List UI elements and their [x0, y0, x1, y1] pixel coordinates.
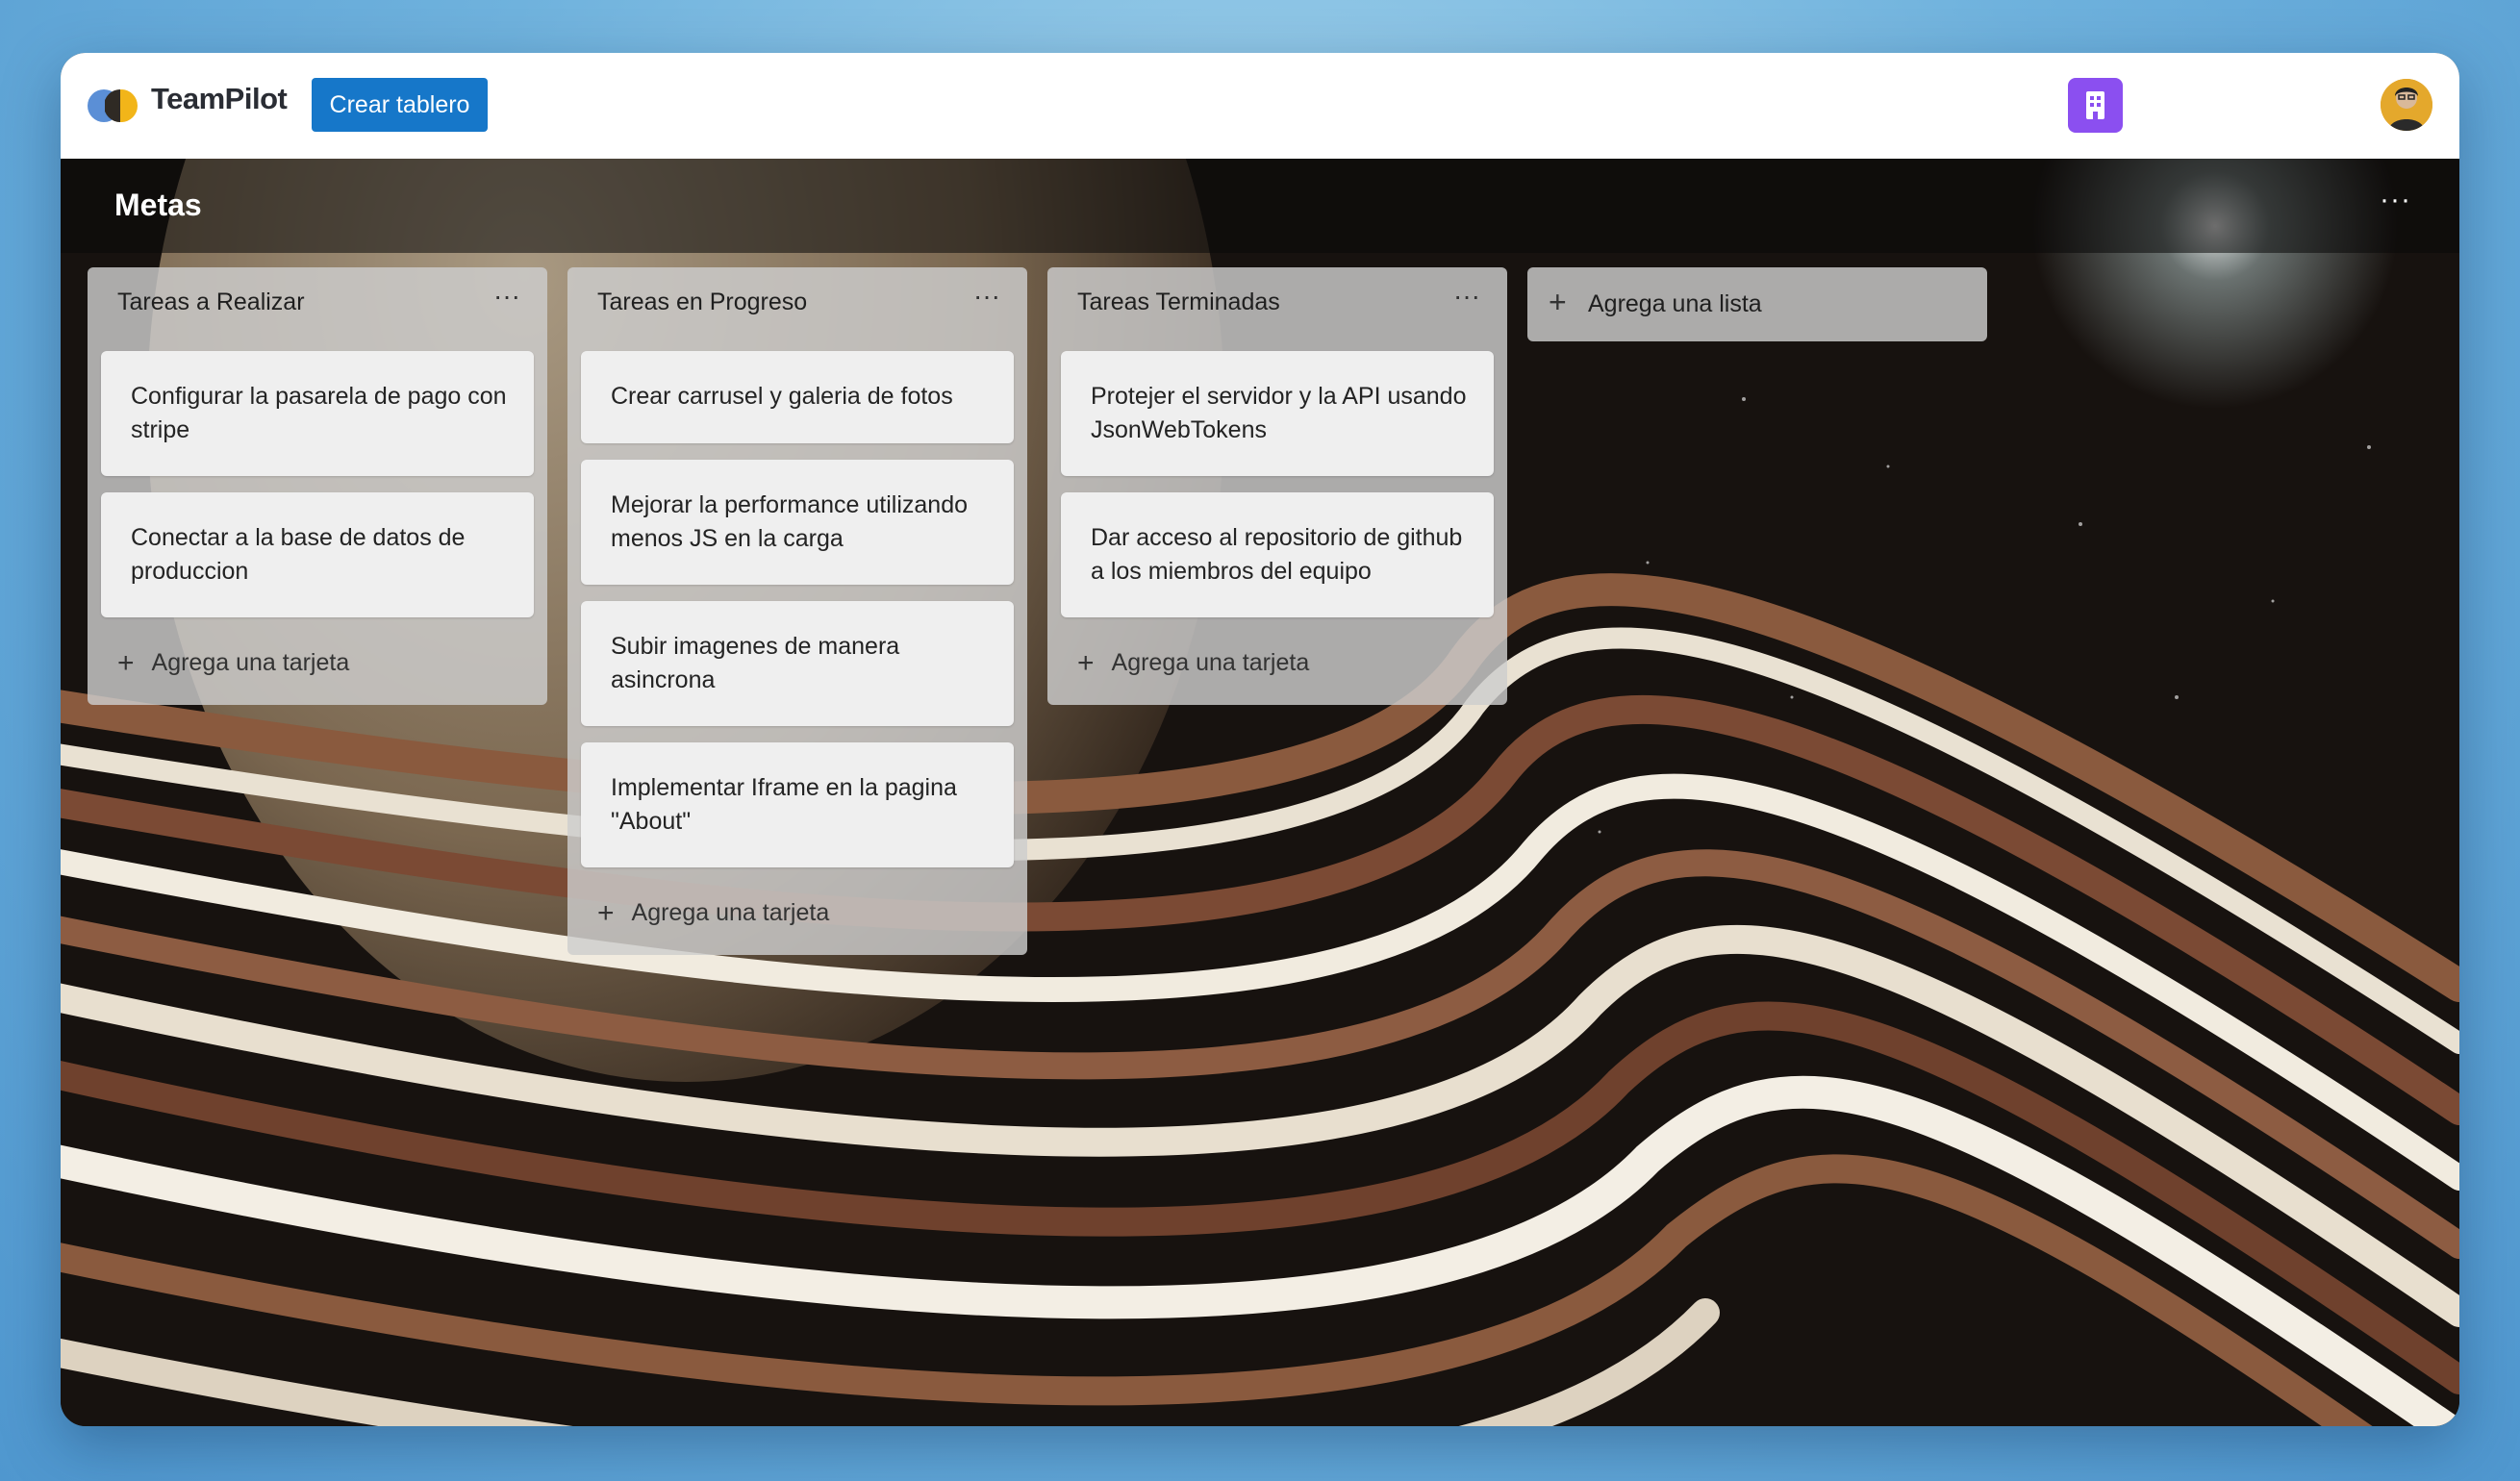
list-card[interactable]: Configurar la pasarela de pago con strip…: [101, 351, 534, 476]
list-card[interactable]: Mejorar la performance utilizando menos …: [581, 460, 1014, 585]
list-card[interactable]: Protejer el servidor y la API usando Jso…: [1061, 351, 1494, 476]
add-card-button[interactable]: + Agrega una tarjeta: [597, 897, 829, 930]
list-card[interactable]: Implementar Iframe en la pagina "About": [581, 742, 1014, 867]
plus-icon: +: [1077, 647, 1095, 679]
card-text: Subir imagenes de manera asincrona: [611, 633, 900, 693]
add-card-label: Agrega una tarjeta: [151, 649, 350, 676]
card-text: Protejer el servidor y la API usando Jso…: [1091, 383, 1467, 443]
list-card[interactable]: Subir imagenes de manera asincrona: [581, 601, 1014, 726]
board-title[interactable]: Metas: [114, 188, 202, 223]
card-text: Configurar la pasarela de pago con strip…: [131, 383, 507, 443]
list-menu-button[interactable]: ···: [493, 281, 520, 312]
add-list-button[interactable]: + Agrega una lista: [1527, 267, 1987, 341]
add-card-button[interactable]: + Agrega una tarjeta: [117, 647, 349, 680]
list-title[interactable]: Tareas en Progreso: [597, 289, 807, 316]
list-title[interactable]: Tareas Terminadas: [1077, 289, 1280, 316]
plus-icon: +: [597, 897, 615, 929]
board-menu-button[interactable]: ···: [2380, 184, 2411, 216]
plus-icon: +: [117, 647, 135, 679]
card-text: Mejorar la performance utilizando menos …: [611, 491, 969, 552]
card-text: Crear carrusel y galeria de fotos: [611, 383, 953, 410]
card-text: Dar acceso al repositorio de github a lo…: [1091, 524, 1463, 585]
list-menu-button[interactable]: ···: [973, 281, 1000, 312]
top-navigation-bar: TeamPilot Crear tablero: [61, 53, 2459, 159]
plus-icon: +: [1549, 285, 1567, 319]
add-list-label: Agrega una lista: [1588, 290, 1762, 317]
list-menu-button[interactable]: ···: [1453, 281, 1480, 312]
app-name[interactable]: TeamPilot: [151, 82, 288, 116]
list-title[interactable]: Tareas a Realizar: [117, 289, 305, 316]
board-header: Metas ···: [61, 159, 2459, 253]
building-icon[interactable]: [2068, 78, 2123, 133]
list-card[interactable]: Conectar a la base de datos de produccio…: [101, 492, 534, 617]
list-tareas-a-realizar: Tareas a Realizar ··· Configurar la pasa…: [88, 267, 547, 705]
app-window: TeamPilot Crear tablero Metas ··· Tareas…: [61, 53, 2459, 1426]
add-card-button[interactable]: + Agrega una tarjeta: [1077, 647, 1309, 680]
create-board-button[interactable]: Crear tablero: [312, 78, 488, 132]
list-tareas-terminadas: Tareas Terminadas ··· Protejer el servid…: [1047, 267, 1507, 705]
add-card-label: Agrega una tarjeta: [1111, 649, 1310, 676]
card-text: Conectar a la base de datos de produccio…: [131, 524, 466, 585]
list-tareas-en-progreso: Tareas en Progreso ··· Crear carrusel y …: [567, 267, 1027, 955]
card-text: Implementar Iframe en la pagina "About": [611, 774, 957, 835]
user-avatar[interactable]: [2381, 79, 2432, 131]
list-card[interactable]: Crear carrusel y galeria de fotos: [581, 351, 1014, 443]
list-card[interactable]: Dar acceso al repositorio de github a lo…: [1061, 492, 1494, 617]
teampilot-logo-icon[interactable]: [88, 89, 139, 122]
add-card-label: Agrega una tarjeta: [631, 899, 830, 926]
